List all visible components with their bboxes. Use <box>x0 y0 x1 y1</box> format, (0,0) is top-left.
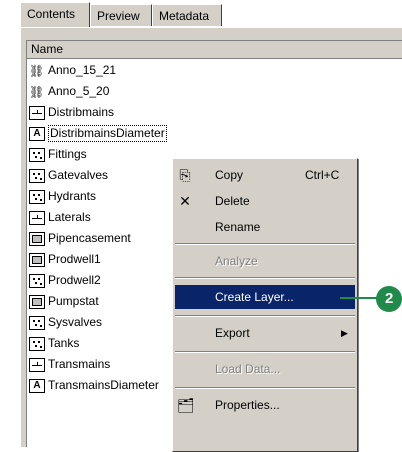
polygon-feature-icon <box>29 294 45 309</box>
line-feature-icon <box>29 210 45 225</box>
list-item-label: Fittings <box>48 147 87 161</box>
callout-badge: 2 <box>376 286 402 312</box>
menu-separator <box>175 351 355 353</box>
polygon-feature-icon <box>29 252 45 267</box>
tab-metadata[interactable]: Metadata <box>152 4 222 26</box>
list-item-label: Distribmains <box>48 105 115 119</box>
point-feature-icon <box>29 273 45 288</box>
analyze-label: Analyze <box>215 254 258 268</box>
menu-separator <box>175 315 355 317</box>
annotation-class-icon: A <box>29 126 45 141</box>
list-item[interactable]: Tanks <box>29 334 79 353</box>
list-item[interactable]: Sysvalves <box>29 313 102 332</box>
menu-item-delete[interactable]: ✕ Delete <box>175 189 355 213</box>
export-label: Export <box>215 326 250 340</box>
menu-item-load-data: Load Data... <box>175 357 355 381</box>
tab-preview[interactable]: Preview <box>90 4 152 26</box>
copy-label: Copy <box>215 168 244 182</box>
menu-item-create-layer[interactable]: Create Layer... <box>175 285 355 309</box>
tab-contents[interactable]: Contents <box>20 2 90 27</box>
point-feature-icon <box>29 147 45 162</box>
polygon-feature-icon <box>29 231 45 246</box>
tab-strip: Contents Preview Metadata <box>0 0 402 30</box>
properties-icon: 🗂 <box>177 397 195 413</box>
context-menu: ⎘ Copy Ctrl+C ✕ Delete Rename Analyze Cr… <box>172 158 358 452</box>
list-item-label: Pipencasement <box>48 231 131 245</box>
list-item-label: Hydrants <box>48 189 97 203</box>
list-item[interactable]: ⛓ Anno_5_20 <box>29 82 109 101</box>
menu-item-analyze: Analyze <box>175 249 355 273</box>
annotation-class-icon: A <box>29 378 45 393</box>
list-item[interactable]: Prodwell2 <box>29 271 101 290</box>
point-feature-icon <box>29 336 45 351</box>
list-item[interactable]: A TransmainsDiameter <box>29 376 159 395</box>
delete-label: Delete <box>215 194 250 208</box>
properties-label: Properties... <box>215 398 280 412</box>
column-header-name[interactable]: Name <box>27 41 402 59</box>
menu-item-copy[interactable]: ⎘ Copy Ctrl+C <box>175 163 355 187</box>
list-item-label: Transmains <box>48 357 111 371</box>
callout-leader-line <box>340 297 380 299</box>
list-item-label: DistribmainsDiameter <box>48 125 167 142</box>
list-item[interactable]: ⛓ Anno_15_21 <box>29 61 116 80</box>
list-item[interactable]: Hydrants <box>29 187 96 206</box>
menu-separator <box>175 387 355 389</box>
list-item[interactable]: Transmains <box>29 355 110 374</box>
list-item-label: TransmainsDiameter <box>48 378 159 392</box>
rename-label: Rename <box>215 220 261 234</box>
list-item-label: Pumpstat <box>48 294 99 308</box>
menu-separator <box>175 277 355 279</box>
list-item-label: Gatevalves <box>48 168 109 182</box>
list-item[interactable]: Pumpstat <box>29 292 99 311</box>
list-item-label: Prodwell1 <box>48 252 101 266</box>
list-item[interactable]: Prodwell1 <box>29 250 101 269</box>
menu-item-export[interactable]: Export ▶ <box>175 321 355 345</box>
list-item[interactable]: Fittings <box>29 145 87 164</box>
annotation-icon: ⛓ <box>29 63 45 78</box>
list-item-label: Sysvalves <box>48 315 103 329</box>
create-layer-label: Create Layer... <box>215 290 294 304</box>
submenu-arrow-icon: ▶ <box>341 328 348 338</box>
annotation-icon: ⛓ <box>29 84 45 99</box>
menu-item-properties[interactable]: 🗂 Properties... <box>175 393 355 417</box>
load-data-label: Load Data... <box>215 362 281 376</box>
list-item-label: Tanks <box>48 336 80 350</box>
delete-x-icon: ✕ <box>179 193 191 209</box>
list-item-label: Laterals <box>48 210 91 224</box>
point-feature-icon <box>29 315 45 330</box>
list-item-label: Prodwell2 <box>48 273 101 287</box>
line-feature-icon <box>29 105 45 120</box>
list-item[interactable]: Laterals <box>29 208 91 227</box>
copy-icon: ⎘ <box>179 167 191 183</box>
menu-item-rename[interactable]: Rename <box>175 215 355 239</box>
list-item-label: Anno_15_21 <box>48 63 117 77</box>
point-feature-icon <box>29 189 45 204</box>
list-item-selected[interactable]: A DistribmainsDiameter <box>29 124 167 143</box>
menu-separator <box>175 243 355 245</box>
list-item[interactable]: Gatevalves <box>29 166 108 185</box>
point-feature-icon <box>29 168 45 183</box>
list-item[interactable]: Pipencasement <box>29 229 131 248</box>
list-item-label: Anno_5_20 <box>48 84 110 98</box>
line-feature-icon <box>29 357 45 372</box>
list-item[interactable]: Distribmains <box>29 103 114 122</box>
copy-shortcut: Ctrl+C <box>305 168 340 182</box>
